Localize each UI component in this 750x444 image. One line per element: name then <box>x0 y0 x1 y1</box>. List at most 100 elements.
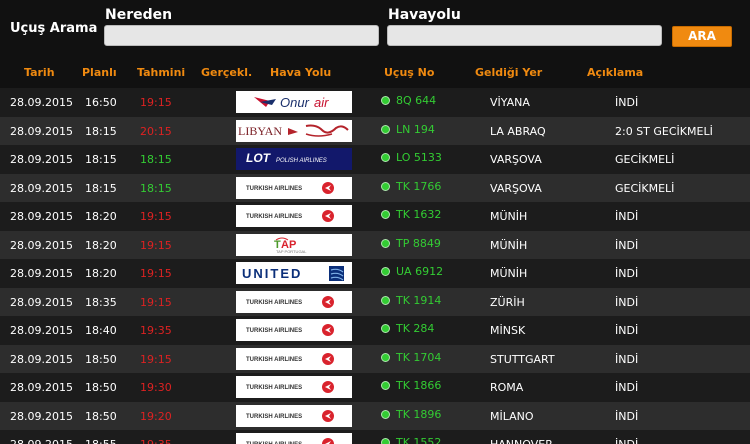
col-tahmini[interactable]: Tahmini <box>137 66 185 79</box>
search-title: Uçuş Arama <box>10 21 98 36</box>
estimated-time-cell: 19:20 <box>140 409 172 423</box>
col-planli[interactable]: Planlı <box>82 66 117 79</box>
status-cell: İNDİ <box>615 352 639 366</box>
table-row[interactable]: 28.09.2015 16:50 19:15 Onur air 8Q 644 VİYANA İ… <box>0 88 750 117</box>
col-hava-yolu[interactable]: Hava Yolu <box>270 66 331 79</box>
turkish-logo: TURKISH AIRLINES <box>236 319 352 341</box>
origin-cell: MİNSK <box>490 324 526 337</box>
flight-number: TK 1914 <box>396 293 442 307</box>
lot-logo: LOT POLISH AIRLINES <box>236 148 352 170</box>
status-cell: GECİKMELİ <box>615 181 675 195</box>
flight-number-cell[interactable]: TK 1896 <box>381 408 441 421</box>
flight-number: TK 1552 <box>396 436 442 444</box>
planned-time-cell: 18:15 <box>85 181 117 195</box>
table-row[interactable]: 28.09.2015 18:50 19:30 TURKISH AIRLINES TK 1… <box>0 373 750 402</box>
planned-time-cell: 18:50 <box>85 409 117 423</box>
date-cell: 28.09.2015 <box>10 96 73 109</box>
table-row[interactable]: 28.09.2015 18:15 18:15 TURKISH AIRLINES TK 1… <box>0 173 750 202</box>
table-row[interactable]: 28.09.2015 18:20 19:15 T AP TAP PORTUGAL TP 88… <box>0 230 750 259</box>
airline-label: Havayolu <box>388 7 461 23</box>
flight-number-cell[interactable]: TK 1704 <box>381 351 441 364</box>
date-cell: 28.09.2015 <box>10 210 73 223</box>
svg-text:TURKISH AIRLINES: TURKISH AIRLINES <box>246 328 302 334</box>
turkish-logo: TURKISH AIRLINES <box>236 290 352 313</box>
svg-text:TURKISH AIRLINES: TURKISH AIRLINES <box>246 385 302 391</box>
libyan-logo: LIBYAN <box>236 119 352 142</box>
status-dot-icon <box>381 124 390 134</box>
planned-time-cell: 18:50 <box>85 381 117 394</box>
flight-number-cell[interactable]: LN 194 <box>381 123 435 136</box>
status-dot-icon <box>381 96 390 105</box>
turkish-logo: TURKISH AIRLINES <box>236 205 352 227</box>
flight-number-cell[interactable]: TP 8849 <box>381 237 441 250</box>
svg-text:Onur: Onur <box>280 95 310 110</box>
estimated-time-cell: 19:15 <box>140 267 172 280</box>
flight-number-cell[interactable]: TK 1914 <box>381 294 441 307</box>
flight-number: TK 1896 <box>396 407 442 421</box>
turkish-logo: TURKISH AIRLINES <box>236 433 352 444</box>
table-row[interactable]: 28.09.2015 18:40 19:35 TURKISH AIRLINES TK 2… <box>0 316 750 345</box>
flight-number: 8Q 644 <box>396 94 437 107</box>
date-cell: 28.09.2015 <box>10 381 73 394</box>
search-bar: Uçuş Arama Nereden Havayolu ARA <box>0 0 750 56</box>
table-row[interactable]: 28.09.2015 18:35 19:15 TURKISH AIRLINES TK 1… <box>0 287 750 316</box>
flight-number-cell[interactable]: UA 6912 <box>381 265 443 278</box>
origin-cell: MÜNİH <box>490 238 528 252</box>
status-dot-icon <box>381 238 390 248</box>
planned-time-cell: 18:20 <box>85 267 117 280</box>
flight-number: LO 5133 <box>396 151 442 164</box>
turkish-logo: TURKISH AIRLINES <box>236 176 352 199</box>
status-cell: İNDİ <box>615 267 639 280</box>
col-geldigi-yer[interactable]: Geldiği Yer <box>475 66 542 79</box>
planned-time-cell: 16:50 <box>85 96 117 109</box>
planned-time-cell: 18:40 <box>85 324 117 337</box>
planned-time-cell: 18:15 <box>85 124 117 138</box>
table-row[interactable]: 28.09.2015 18:55 19:35 TURKISH AIRLINES TK 1… <box>0 430 750 444</box>
flight-number-cell[interactable]: 8Q 644 <box>381 94 436 107</box>
origin-cell: MÜNİH <box>490 267 528 280</box>
status-cell: GECİKMELİ <box>615 153 675 166</box>
col-tarih[interactable]: Tarih <box>24 66 55 79</box>
planned-time-cell: 18:35 <box>85 295 117 309</box>
origin-cell: VİYANA <box>490 96 530 109</box>
origin-cell: VARŞOVA <box>490 181 542 195</box>
flight-table: 28.09.2015 16:50 19:15 Onur air 8Q 644 VİYANA İ… <box>0 88 750 444</box>
flight-number-cell[interactable]: TK 284 <box>381 322 434 335</box>
svg-text:TURKISH AIRLINES: TURKISH AIRLINES <box>246 214 302 220</box>
date-cell: 28.09.2015 <box>10 352 73 366</box>
flight-number-cell[interactable]: LO 5133 <box>381 151 442 164</box>
table-row[interactable]: 28.09.2015 18:20 19:15 UNITED UA 6912 MÜNİH İN… <box>0 259 750 288</box>
svg-text:LOT: LOT <box>246 151 272 165</box>
table-row[interactable]: 28.09.2015 18:15 20:15 LIBYAN LN 194 LA ABRAQ… <box>0 116 750 145</box>
col-gercek[interactable]: Gerçekl. <box>201 66 252 79</box>
search-button[interactable]: ARA <box>672 26 732 47</box>
flight-number-cell[interactable]: TK 1552 <box>381 436 441 444</box>
planned-time-cell: 18:20 <box>85 210 117 223</box>
from-input[interactable] <box>104 25 379 46</box>
airline-input[interactable] <box>387 25 662 46</box>
flight-number: TK 1704 <box>396 350 442 364</box>
estimated-time-cell: 20:15 <box>140 124 172 138</box>
col-ucus-no[interactable]: Uçuş No <box>384 66 434 79</box>
flight-number: TK 1866 <box>396 379 442 392</box>
flight-number-cell[interactable]: TK 1866 <box>381 379 441 392</box>
svg-text:UNITED: UNITED <box>242 266 302 281</box>
date-cell: 28.09.2015 <box>10 124 73 138</box>
status-dot-icon <box>381 295 390 305</box>
origin-cell: HANNOVER <box>490 438 553 444</box>
origin-cell: STUTTGART <box>490 352 555 366</box>
table-row[interactable]: 28.09.2015 18:20 19:15 TURKISH AIRLINES TK 1… <box>0 202 750 231</box>
estimated-time-cell: 19:15 <box>140 210 172 223</box>
table-row[interactable]: 28.09.2015 18:50 19:20 TURKISH AIRLINES TK 1… <box>0 401 750 430</box>
origin-cell: LA ABRAQ <box>490 124 546 138</box>
flight-number-cell[interactable]: TK 1766 <box>381 180 441 193</box>
flight-number-cell[interactable]: TK 1632 <box>381 208 441 221</box>
estimated-time-cell: 18:15 <box>140 153 172 166</box>
table-row[interactable]: 28.09.2015 18:15 18:15 LOT POLISH AIRLINES LO… <box>0 145 750 174</box>
status-dot-icon <box>381 409 390 419</box>
col-aciklama[interactable]: Açıklama <box>587 66 643 79</box>
status-dot-icon <box>381 352 390 362</box>
status-cell: İNDİ <box>615 295 639 309</box>
table-row[interactable]: 28.09.2015 18:50 19:15 TURKISH AIRLINES TK 1… <box>0 344 750 373</box>
date-cell: 28.09.2015 <box>10 324 73 337</box>
